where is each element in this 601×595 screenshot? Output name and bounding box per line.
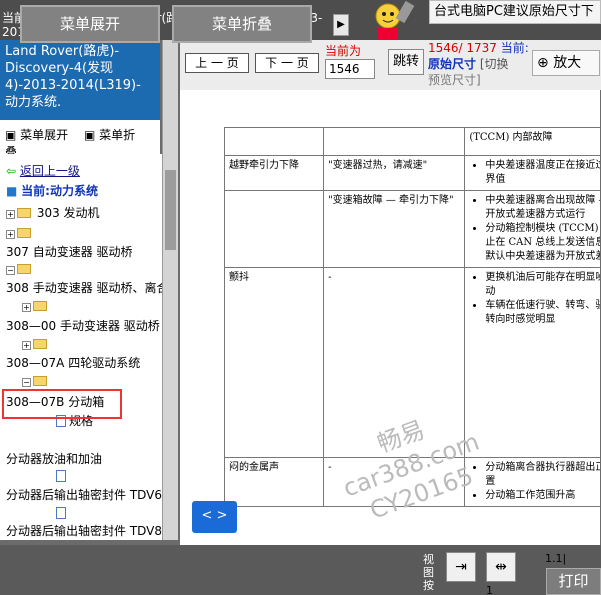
scale-readout-b: 1: [486, 584, 493, 595]
tree-item-drain-fill[interactable]: 分动器放油和加油: [6, 450, 102, 468]
selection-highlight: [2, 389, 122, 419]
tree-item-folder[interactable]: +: [6, 224, 33, 242]
current-node: ■ 当前:动力系统: [6, 184, 98, 198]
tree-item-308[interactable]: 308 手动变速器 驱动桥、离合器: [6, 279, 162, 297]
document-view: (TCCM) 内部故障 越野牵引力下降 "变速器过热，请减速" 中央差速器温度正…: [180, 90, 600, 545]
tree-item-seal-tdv6[interactable]: 分动器后输出轴密封件 TDV6: [6, 486, 162, 504]
tree-view: ⇦ 返回上一级 ■ 当前:动力系统 + 303 发动机 + 307 自动变速器 …: [0, 154, 162, 540]
tree-item-seal-tdv8[interactable]: 分动器后输出轴密封件 TDV8: [6, 522, 162, 540]
current-label: 当前为: [325, 44, 362, 58]
expand-icon[interactable]: +: [6, 230, 15, 239]
bottom-menu-expand-button[interactable]: 菜单展开: [20, 5, 160, 43]
menu-expand-link[interactable]: ▣ 菜单展开: [5, 128, 74, 142]
collapse-icon[interactable]: −: [22, 378, 31, 387]
scale-readout-a: 1.1|: [545, 552, 567, 565]
left-panel-title: Land Rover(路虎)-Discovery-4(发现4)-2013-201…: [0, 40, 160, 120]
expand-icon[interactable]: +: [22, 303, 31, 312]
tree-scrollbar[interactable]: [162, 40, 178, 540]
folder-icon: [33, 301, 47, 311]
tree-item-folder-3[interactable]: +: [22, 297, 49, 315]
jump-button[interactable]: 跳转: [388, 49, 424, 75]
orig-size-link[interactable]: 原始尺寸: [428, 57, 476, 71]
folder-icon: [17, 264, 31, 274]
page-info: 1546/ 1737 当前: 原始尺寸 [切换 预览尺寸]: [428, 41, 529, 87]
tree-item-folder-5[interactable]: −: [22, 372, 49, 390]
folder-icon: [33, 339, 47, 349]
tree-item-308-00[interactable]: 308—00 手动变速器 驱动桥: [6, 317, 160, 335]
next-page-button[interactable]: 下 一 页: [255, 53, 319, 73]
tree-item-307[interactable]: 307 自动变速器 驱动桥: [6, 243, 133, 261]
arrow-right-icon: ⇥: [455, 559, 467, 575]
menu-ops: ▣ 菜单展开 ▣ 菜单折叠: [0, 120, 160, 159]
split-icon: ⇹: [495, 559, 507, 575]
back-link[interactable]: ⇦ 返回上一级: [6, 162, 80, 180]
view-dual-button[interactable]: ⇹: [486, 552, 516, 582]
tree-item-308-07a[interactable]: 308—07A 四轮驱动系统: [6, 354, 140, 372]
tree-item-doc-b[interactable]: [56, 504, 69, 522]
view-single-button[interactable]: ⇥: [446, 552, 476, 582]
tree-item-folder-4[interactable]: +: [22, 335, 49, 353]
back-arrow-icon: ⇦: [6, 164, 17, 178]
folder-icon: [17, 228, 31, 238]
collapse-icon[interactable]: −: [6, 266, 15, 275]
folder-icon: [17, 208, 31, 218]
document-icon: [56, 470, 66, 482]
tree-item-303[interactable]: + 303 发动机: [6, 204, 100, 222]
db-icon: ■: [6, 184, 18, 198]
forward-arrow-button[interactable]: ▶: [333, 14, 349, 36]
zoom-in-button[interactable]: ⊕ 放大: [532, 50, 600, 76]
switch-link[interactable]: [切换: [480, 57, 509, 71]
hint-banner: 台式电脑PC建议原始尺寸下: [429, 0, 601, 24]
expand-icon[interactable]: +: [22, 341, 31, 350]
print-button[interactable]: 打印: [546, 568, 601, 595]
page-input[interactable]: 1546: [325, 59, 375, 79]
mascot-icon: [375, 0, 415, 40]
view-label: 视图按: [423, 553, 434, 592]
tree-item-doc-a[interactable]: [56, 467, 69, 485]
prev-page-button[interactable]: 上 一 页: [185, 53, 249, 73]
bottom-menu-collapse-button[interactable]: 菜单折叠: [172, 5, 312, 43]
scrollbar-thumb[interactable]: [165, 170, 176, 250]
swap-panel-button[interactable]: < >: [192, 501, 237, 533]
tree-item-folder-2[interactable]: −: [6, 260, 33, 278]
zoom-icon: ⊕: [537, 55, 549, 71]
expand-icon[interactable]: +: [6, 210, 15, 219]
folder-icon: [33, 376, 47, 386]
document-icon: [56, 507, 66, 519]
